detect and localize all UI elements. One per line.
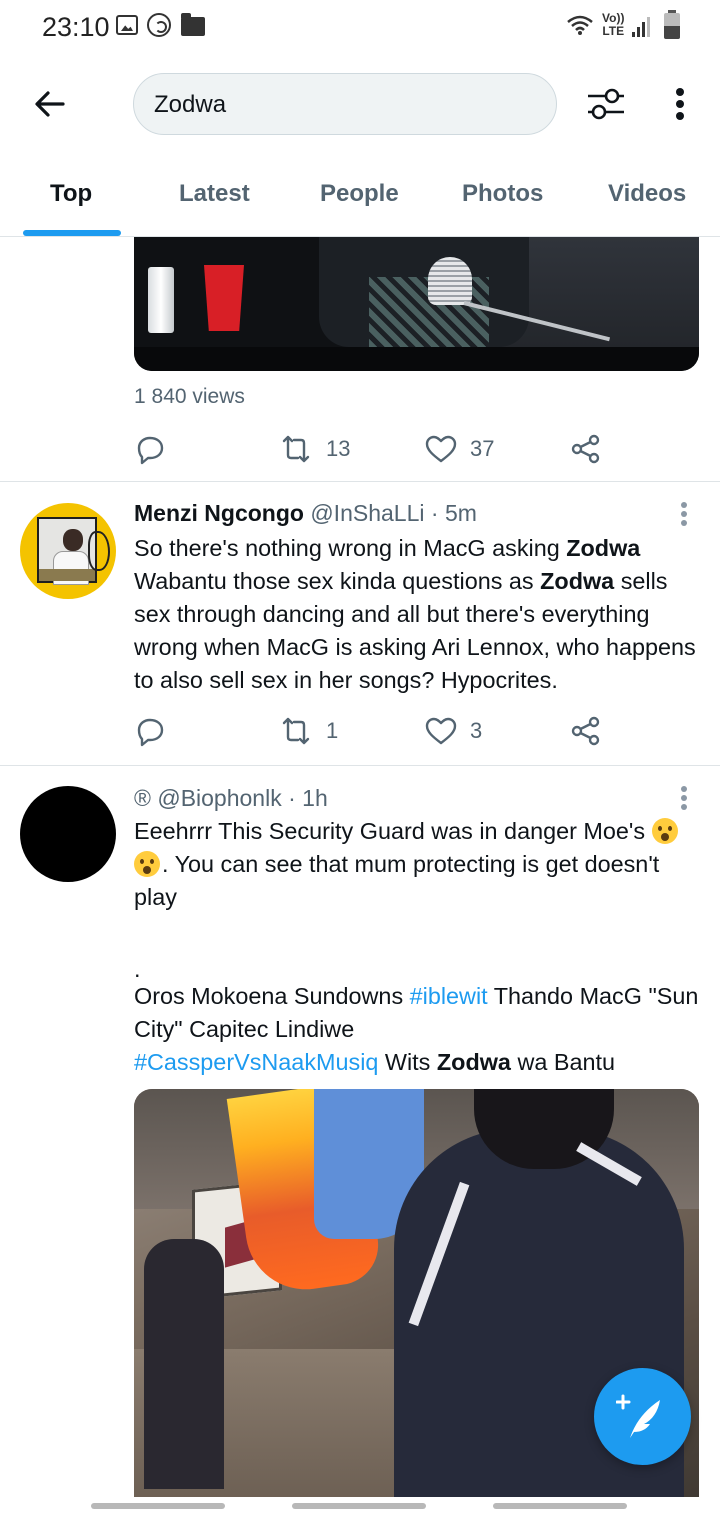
volte-indicator: Vo)) LTE [602,12,624,38]
tab-photos[interactable]: Photos [462,180,543,208]
retweet-icon [282,717,310,745]
share-button[interactable] [570,429,602,469]
whatsapp-icon [147,13,171,37]
retweet-button[interactable]: 13 [278,429,350,469]
reply-icon [137,718,164,747]
system-navigation-bar [0,1497,720,1520]
avatar[interactable] [20,503,116,599]
search-input[interactable]: Zodwa [133,73,557,135]
share-icon [571,716,600,746]
search-highlight: Zodwa [436,1049,511,1075]
red-cup-image [204,265,244,331]
recents-button[interactable] [91,1503,225,1509]
tweet-text: Eeehrrr This Security Guard was in dange… [134,815,704,1079]
share-button[interactable] [570,711,602,751]
avatar[interactable] [20,786,116,882]
tweet-divider [0,765,720,766]
can-image [148,267,174,333]
tweet-time: 1h [302,785,328,811]
search-highlight: Zodwa [540,568,615,594]
tab-people[interactable]: People [320,180,399,208]
astonished-emoji-icon [134,851,160,877]
microphone-image [428,257,472,305]
lte-label: LTE [602,24,625,38]
tweet-menu-icon[interactable] [680,786,688,810]
status-time: 23:10 [42,12,110,42]
search-query: Zodwa [154,91,227,118]
active-tab-indicator [23,230,121,236]
tweet-dot: . [134,956,141,982]
tweet-header: Menzi Ngcongo @InShaLLi · 5m [134,500,477,527]
home-button[interactable] [292,1503,426,1509]
like-button[interactable]: 37 [424,429,494,469]
status-bar: 23:10 Vo)) LTE [0,0,720,56]
more-options-icon[interactable] [668,84,692,124]
tweet-paragraph: Oros Mokoena Sundowns #iblewit Thando Ma… [134,983,699,1075]
view-count: 1 840 views [134,385,245,408]
battery-icon [664,10,680,39]
author-handle[interactable]: @InShaLLi [310,500,424,526]
retweet-count: 13 [326,436,351,461]
author-name[interactable]: ® [134,785,151,811]
heart-icon [425,435,457,463]
like-count: 37 [470,436,495,461]
compose-tweet-button[interactable] [594,1368,691,1465]
search-results-feed[interactable]: 1 840 views 13 37 Menzi Ngcongo @InShaLL… [0,237,720,1497]
share-icon [571,434,600,464]
like-button[interactable]: 3 [424,711,482,751]
signal-icon [632,17,652,37]
tab-videos[interactable]: Videos [608,180,686,208]
hashtag-link[interactable]: #iblewit [410,983,488,1009]
tweet-paragraph: Eeehrrr This Security Guard was in dange… [134,815,704,914]
tab-latest[interactable]: Latest [179,180,250,208]
back-arrow-icon[interactable] [30,84,70,124]
tab-top[interactable]: Top [50,180,92,208]
wifi-icon [567,15,593,35]
astonished-emoji-icon [651,818,678,844]
author-handle[interactable]: @Biophonlk [157,785,281,811]
separator: · [288,785,296,811]
folder-icon [181,13,205,36]
hashtag-link[interactable]: #CassperVsNaakMusiq [134,1049,378,1075]
tweet-actions: 13 37 [134,429,614,469]
search-tabs: Top Latest People Photos Videos [0,160,720,237]
tweet-text: So there's nothing wrong in MacG asking … [134,535,696,693]
back-button[interactable] [493,1503,627,1509]
tweet-actions: 1 3 [134,711,614,751]
like-count: 3 [470,718,483,743]
search-highlight: Zodwa [566,535,641,561]
separator: · [430,500,439,526]
author-name[interactable]: Menzi Ngcongo [134,500,304,526]
tweet-divider [0,481,720,482]
retweet-button[interactable]: 1 [278,711,338,751]
reply-icon [137,436,164,465]
retweet-icon [282,435,310,463]
tweet-header: ® @Biophonlk · 1h [134,785,328,812]
compose-feather-icon [616,1394,660,1438]
retweet-count: 1 [326,718,339,743]
tweet-menu-icon[interactable] [680,502,688,526]
heart-icon [425,717,457,745]
filter-icon[interactable] [584,84,628,124]
reply-button[interactable] [134,429,166,469]
tweet-time: 5m [444,500,477,526]
image-icon [116,15,138,35]
tweet-video-thumbnail[interactable] [134,237,699,371]
reply-button[interactable] [134,711,166,751]
